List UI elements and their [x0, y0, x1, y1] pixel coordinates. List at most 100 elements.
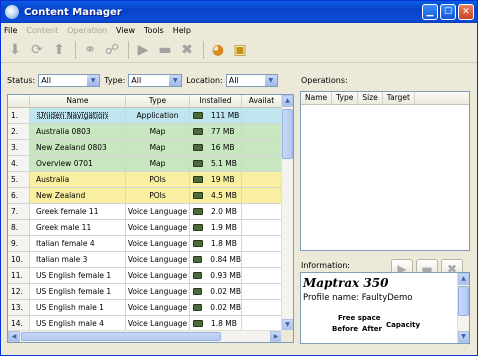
scroll-up-icon[interactable]: ▲	[282, 95, 293, 107]
memory-card-icon	[193, 256, 203, 263]
refresh-icon: ⟳	[31, 42, 43, 58]
num-cell: 7.	[8, 204, 30, 219]
table-row[interactable]: 11. US English female 1 Voice Language 0.93…	[8, 268, 282, 284]
resize-grip-icon[interactable]: ⋰	[464, 342, 474, 352]
scroll-thumb[interactable]	[21, 332, 221, 341]
memory-card-icon	[193, 160, 203, 167]
title-bar[interactable]: Content Manager ▁ ☐ ✕	[1, 1, 477, 23]
table-row[interactable]: 3. New Zealand 0803 Map 16 MB	[8, 140, 282, 156]
toolbar-separator	[128, 41, 129, 59]
filter-row: Status: All ▼ Type: All ▼ Location: All …	[7, 73, 282, 87]
installed-size: 1.9 MB	[211, 223, 237, 232]
installed-size: 0.02 MB	[210, 287, 241, 296]
table-row[interactable]: 13. US English male 1 Voice Language 0.02 M…	[8, 300, 282, 316]
name-cell: New Zealand 0803	[30, 140, 126, 155]
table-row[interactable]: 1. Uniden Navigation Application 111 MB	[8, 108, 282, 124]
name-cell: Australia	[30, 172, 126, 187]
menu-tools[interactable]: Tools	[144, 26, 164, 35]
save-disk-icon: ▣	[233, 42, 247, 58]
type-cell: Voice Language	[126, 236, 190, 251]
upload-arrow-icon: ⬆	[53, 42, 65, 58]
close-button[interactable]: ✕	[458, 4, 474, 20]
toolbar-button-copy-users[interactable]: ⚭	[80, 40, 100, 60]
type-filter-select[interactable]: All ▼	[128, 73, 183, 87]
type-cell: Voice Language	[126, 316, 190, 331]
operations-column-header[interactable]: Type	[332, 92, 359, 104]
after-label: After	[362, 325, 383, 333]
num-cell: 4.	[8, 156, 30, 171]
menu-bar: File Content Operation View Tools Help	[1, 23, 477, 37]
operations-column-header[interactable]: Name	[301, 92, 333, 104]
menu-file[interactable]: File	[4, 26, 17, 35]
device-name: Maptrax 350	[303, 276, 389, 290]
table-row[interactable]: 8. Greek male 11 Voice Language 1.9 MB	[8, 220, 282, 236]
table-row[interactable]: 5. Australia POIs 19 MB	[8, 172, 282, 188]
operations-list[interactable]: Name Type Size Target	[300, 91, 470, 251]
toolbar-button-upload-arrow[interactable]: ⬆	[49, 40, 69, 60]
available-cell	[242, 236, 282, 251]
scroll-thumb[interactable]	[282, 109, 293, 159]
status-filter-select[interactable]: All ▼	[38, 73, 101, 87]
toolbar-button-delete-x[interactable]: ✖	[177, 40, 197, 60]
scroll-thumb[interactable]	[458, 286, 469, 316]
maximize-button[interactable]: ☐	[440, 4, 456, 20]
chevron-down-icon[interactable]: ▼	[87, 74, 100, 86]
column-header[interactable]: Name	[30, 95, 126, 107]
type-cell: Voice Language	[126, 268, 190, 283]
toolbar-button-globe[interactable]: ◕	[208, 40, 228, 60]
installed-size: 0.93 MB	[210, 271, 241, 280]
scroll-up-icon[interactable]: ▲	[458, 273, 469, 285]
column-header[interactable]: Type	[126, 95, 190, 107]
toolbar-button-refresh[interactable]: ⟳	[27, 40, 47, 60]
name-cell: US English male 1	[30, 300, 126, 315]
chevron-down-icon[interactable]: ▼	[169, 74, 182, 86]
selected-name: Uniden Navigation	[37, 111, 109, 120]
grid-horizontal-scrollbar[interactable]: ◀ ▶	[8, 330, 282, 342]
operations-column-header[interactable]: Size	[358, 92, 383, 104]
column-header[interactable]: Availat	[242, 95, 282, 107]
menu-view[interactable]: View	[116, 26, 135, 35]
name-cell: Greek female 11	[30, 204, 126, 219]
available-cell	[242, 156, 282, 171]
column-header[interactable]	[8, 95, 30, 107]
table-row[interactable]: 2. Australia 0803 Map 77 MB	[8, 124, 282, 140]
information-scrollbar[interactable]: ▲ ▼	[457, 273, 469, 343]
menu-help[interactable]: Help	[173, 26, 191, 35]
toolbar-button-save-disk[interactable]: ▣	[230, 40, 250, 60]
type-cell: Map	[126, 156, 190, 171]
num-cell: 10.	[8, 252, 30, 267]
table-row[interactable]: 12. US English female 1 Voice Language 0.02…	[8, 284, 282, 300]
table-row[interactable]: 10. Italian male 3 Voice Language 0.84 MB	[8, 252, 282, 268]
column-header[interactable]: Installed	[190, 95, 242, 107]
operations-header: Name Type Size Target	[301, 92, 469, 105]
name-cell: Uniden Navigation	[30, 108, 126, 123]
toolbar-separator	[203, 41, 204, 59]
memory-card-icon	[193, 176, 203, 183]
table-row[interactable]: 6. New Zealand POIs 4.5 MB	[8, 188, 282, 204]
location-filter-select[interactable]: All ▼	[225, 73, 278, 87]
table-row[interactable]: 9. Italian female 4 Voice Language 1.8 MB	[8, 236, 282, 252]
toolbar-button-download-arrow[interactable]: ⬇	[5, 40, 25, 60]
num-cell: 5.	[8, 172, 30, 187]
grid-vertical-scrollbar[interactable]: ▲ ▼	[281, 95, 293, 331]
memory-card-icon	[193, 240, 203, 247]
table-row[interactable]: 4. Overview 0701 Map 5.1 MB	[8, 156, 282, 172]
type-cell: Map	[126, 140, 190, 155]
delete-x-icon: ✖	[181, 42, 193, 58]
minimize-button[interactable]: ▁	[422, 4, 438, 20]
operations-column-header[interactable]: Target	[383, 92, 415, 104]
toolbar-button-minus[interactable]: ▬	[155, 40, 175, 60]
chevron-down-icon[interactable]: ▼	[264, 74, 277, 86]
table-row[interactable]: 7. Greek female 11 Voice Language 2.0 MB	[8, 204, 282, 220]
scroll-corner	[281, 330, 293, 342]
toolbar-button-people[interactable]: ☍	[102, 40, 122, 60]
num-cell: 12.	[8, 284, 30, 299]
free-space-label: Free space	[338, 314, 381, 322]
panel-splitter[interactable]	[296, 94, 299, 343]
memory-card-icon	[193, 272, 203, 279]
status-filter-label: Status:	[7, 75, 36, 85]
scroll-left-icon[interactable]: ◀	[8, 331, 20, 342]
type-cell: Voice Language	[126, 252, 190, 267]
content-grid[interactable]: Name Type Installed Availat 1. Uniden Naviga…	[7, 94, 294, 343]
toolbar-button-play[interactable]: ▶	[133, 40, 153, 60]
